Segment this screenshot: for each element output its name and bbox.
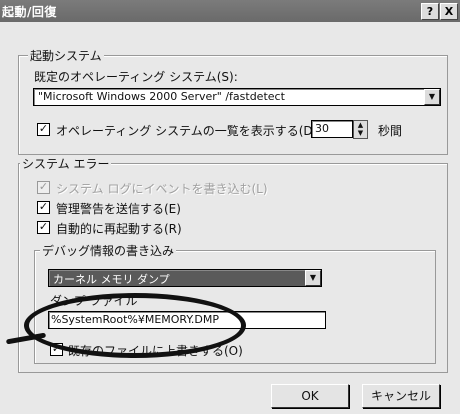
- default-os-select[interactable]: "Microsoft Windows 2000 Server" /fastdet…: [33, 88, 441, 106]
- system-error-group-label: システム エラー: [20, 155, 112, 172]
- auto-restart-label: 自動的に再起動する(R): [56, 222, 182, 236]
- auto-restart-checkbox[interactable]: ✓: [37, 221, 50, 234]
- write-event-label: システム ログにイベントを書き込む(L): [56, 182, 268, 196]
- seconds-spinner[interactable]: ▲ ▼: [353, 120, 368, 139]
- window-title: 起動/回復: [2, 5, 57, 19]
- ok-button[interactable]: OK: [271, 384, 349, 408]
- help-button[interactable]: ?: [421, 3, 439, 20]
- debug-type-select[interactable]: カーネル メモリ ダンプ: [48, 269, 322, 287]
- default-os-label: 既定のオペレーティング システム(S):: [34, 70, 238, 84]
- cancel-button[interactable]: キャンセル: [362, 384, 440, 408]
- debug-type-value: カーネル メモリ ダンプ: [53, 273, 170, 286]
- close-button[interactable]: X: [440, 3, 458, 20]
- write-event-checkbox[interactable]: ✓: [37, 181, 50, 194]
- admin-alert-label: 管理警告を送信する(E): [56, 202, 181, 216]
- startup-group-label: 起動システム: [28, 47, 104, 64]
- title-bar: 起動/回復 ? X: [0, 0, 460, 22]
- default-os-dropdown-button[interactable]: ▼: [424, 89, 440, 105]
- seconds-unit: 秒間: [378, 124, 403, 138]
- seconds-input[interactable]: 30: [311, 120, 353, 138]
- debug-type-dropdown-button[interactable]: ▼: [305, 270, 321, 286]
- show-list-label: オペレーティング システムの一覧を表示する(D): [56, 124, 318, 138]
- admin-alert-checkbox[interactable]: ✓: [37, 201, 50, 214]
- debug-group-label: デバッグ情報の書き込み: [40, 242, 177, 259]
- highlight-ellipse: [24, 293, 246, 358]
- default-os-value: "Microsoft Windows 2000 Server" /fastdet…: [38, 90, 285, 103]
- seconds-value: 30: [315, 122, 329, 135]
- show-list-checkbox[interactable]: ✓: [37, 123, 50, 136]
